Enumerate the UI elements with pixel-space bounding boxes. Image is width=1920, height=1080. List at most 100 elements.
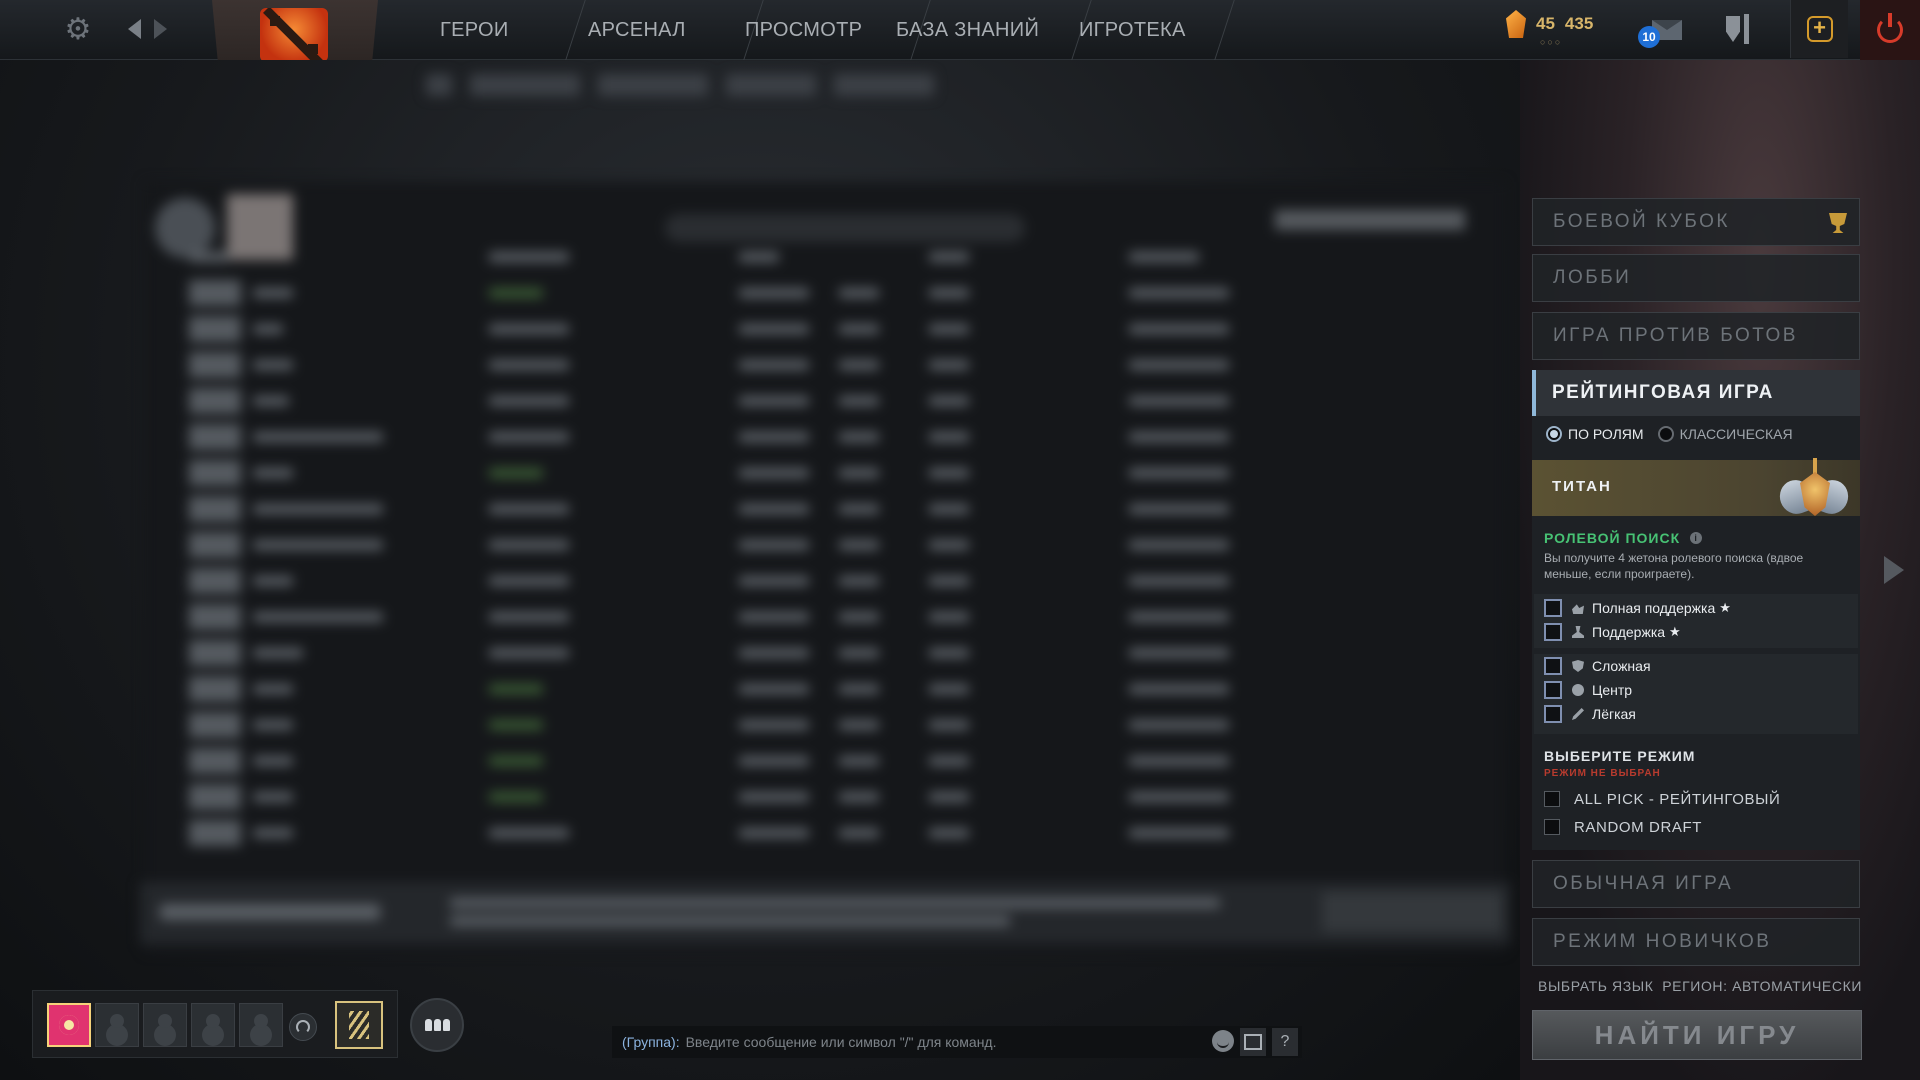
profile-breadcrumb xyxy=(426,74,996,102)
role-hard-support-checkbox[interactable] xyxy=(1544,599,1562,617)
nav-watch[interactable]: ПРОСМОТР xyxy=(745,0,895,60)
dota-plus-badge-icon[interactable] xyxy=(335,1001,383,1049)
collapse-panel-arrow-icon[interactable] xyxy=(1884,556,1904,584)
select-mode-title: ВЫБЕРИТЕ РЕЖИМ xyxy=(1544,748,1696,764)
mail-button[interactable]: 10 xyxy=(1638,14,1686,48)
support-icon xyxy=(1572,626,1584,638)
hard-support-icon xyxy=(1572,604,1584,614)
currency-dots: ○○○ xyxy=(1540,37,1563,47)
mode-random-draft-label: RANDOM DRAFT xyxy=(1574,818,1703,836)
party-slot-empty[interactable] xyxy=(239,1003,283,1047)
role-offlane-label: Сложная xyxy=(1592,658,1651,674)
rank-medal-icon xyxy=(1774,458,1854,538)
party-chat-bar: (Группа): xyxy=(612,1026,1302,1058)
party-slot-empty[interactable] xyxy=(95,1003,139,1047)
armory-icon[interactable] xyxy=(1720,12,1760,48)
chat-input[interactable] xyxy=(685,1034,1186,1050)
role-support[interactable]: Поддержка ★ xyxy=(1544,622,1681,642)
dota-plus-button[interactable]: + xyxy=(1790,0,1848,58)
gear-icon[interactable]: ⚙ xyxy=(62,12,94,46)
role-safelane-label: Лёгкая xyxy=(1592,706,1636,722)
radio-classic[interactable] xyxy=(1657,426,1674,442)
role-safelane-checkbox[interactable] xyxy=(1544,705,1562,723)
battle-cup-label: БОЕВОЙ КУБОК xyxy=(1553,211,1730,232)
rank-banner: ТИТАН xyxy=(1532,458,1860,519)
normal-game-button[interactable]: ОБЫЧНАЯ ИГРА xyxy=(1532,860,1860,908)
battle-cup-button[interactable]: БОЕВОЙ КУБОК xyxy=(1532,198,1860,246)
exit-button[interactable] xyxy=(1860,0,1920,60)
party-slot-empty[interactable] xyxy=(143,1003,187,1047)
role-mid[interactable]: Центр xyxy=(1544,680,1632,700)
trophy-icon xyxy=(1829,213,1847,233)
power-icon xyxy=(1877,13,1903,43)
mail-count-badge: 10 xyxy=(1638,26,1660,48)
top-bar: ⚙ ГЕРОИ АРСЕНАЛ ПРОСМОТР БАЗА ЗНАНИЙ ИГР… xyxy=(0,0,1920,70)
role-search-title-text: РОЛЕВОЙ ПОИСК xyxy=(1544,530,1681,546)
offlane-icon xyxy=(1572,660,1584,672)
friends-button[interactable] xyxy=(410,998,464,1052)
profile-history-panel xyxy=(0,60,1520,1080)
shards-currency[interactable]: 45 435 ○○○ xyxy=(1506,10,1594,47)
bots-button[interactable]: ИГРА ПРОТИВ БОТОВ xyxy=(1532,312,1860,360)
star-icon: ★ xyxy=(1669,624,1681,639)
safelane-icon xyxy=(1572,708,1584,720)
nav-arsenal[interactable]: АРСЕНАЛ xyxy=(588,0,728,60)
stats-upsell-banner xyxy=(140,882,1510,944)
role-offlane[interactable]: Сложная xyxy=(1544,656,1651,676)
play-options-links: ВЫБРАТЬ ЯЗЫК РЕГИОН: АВТОМАТИЧЕСКИ xyxy=(1538,978,1862,994)
radio-by-roles-label[interactable]: ПО РОЛЯМ xyxy=(1568,426,1644,442)
party-bar xyxy=(32,990,398,1058)
chat-help-button[interactable]: ? xyxy=(1272,1028,1298,1056)
mode-random-draft-checkbox[interactable] xyxy=(1544,819,1560,835)
shard-icon xyxy=(1506,10,1526,38)
radio-classic-label[interactable]: КЛАССИЧЕСКАЯ xyxy=(1680,426,1793,442)
currency-value-b: 435 xyxy=(1564,14,1594,33)
radio-by-roles[interactable] xyxy=(1546,426,1562,442)
mode-not-selected-warning: РЕЖИМ НЕ ВЫБРАН xyxy=(1544,768,1661,779)
emoji-icon[interactable] xyxy=(1212,1030,1234,1052)
role-search-description: Вы получите 4 жетона ролевого поиска (вд… xyxy=(1544,551,1804,581)
nav-heroes[interactable]: ГЕРОИ xyxy=(440,0,550,60)
lobby-label: ЛОББИ xyxy=(1553,267,1632,288)
lobby-button[interactable]: ЛОББИ xyxy=(1532,254,1860,302)
friends-icon xyxy=(424,1019,432,1031)
role-hard-support[interactable]: Полная поддержка ★ xyxy=(1544,598,1731,618)
forward-arrow-icon[interactable] xyxy=(150,14,170,44)
info-icon[interactable]: i xyxy=(1690,532,1703,544)
back-arrow-icon[interactable] xyxy=(124,14,144,44)
mode-random-draft[interactable]: RANDOM DRAFT xyxy=(1544,818,1702,836)
translate-icon[interactable] xyxy=(1240,1028,1266,1056)
nav-arcade[interactable]: ИГРОТЕКА xyxy=(1079,0,1199,60)
region-link[interactable]: РЕГИОН: АВТОМАТИЧЕСКИ xyxy=(1662,978,1862,994)
ranked-game-title: РЕЙТИНГОВАЯ ИГРА xyxy=(1552,382,1774,403)
find-game-button[interactable]: НАЙТИ ИГРУ xyxy=(1532,1010,1862,1060)
chat-channel-label[interactable]: (Группа): xyxy=(622,1034,680,1050)
player-avatar[interactable] xyxy=(47,1003,91,1047)
mode-all-pick-checkbox[interactable] xyxy=(1544,791,1560,807)
normal-game-label: ОБЫЧНАЯ ИГРА xyxy=(1553,873,1734,894)
nav-knowledge-base[interactable]: БАЗА ЗНАНИЙ xyxy=(896,0,1056,60)
newbie-mode-label: РЕЖИМ НОВИЧКОВ xyxy=(1553,931,1772,952)
mode-all-pick-ranked[interactable]: ALL PICK - РЕЙТИНГОВЫЙ xyxy=(1544,790,1780,808)
ranked-type-selector: ПО РОЛЯМ КЛАССИЧЕСКАЯ xyxy=(1546,424,1807,444)
party-slot-empty[interactable] xyxy=(191,1003,235,1047)
plus-icon: + xyxy=(1806,16,1833,42)
match-history-table xyxy=(145,182,1505,952)
role-offlane-checkbox[interactable] xyxy=(1544,657,1562,675)
mid-icon xyxy=(1572,684,1584,696)
dota2-logo xyxy=(260,8,328,62)
mode-all-pick-label: ALL PICK - РЕЙТИНГОВЫЙ xyxy=(1574,790,1781,808)
ranked-game-header[interactable]: РЕЙТИНГОВАЯ ИГРА xyxy=(1532,370,1860,416)
select-language-link[interactable]: ВЫБРАТЬ ЯЗЫК xyxy=(1538,978,1654,994)
role-support-checkbox[interactable] xyxy=(1544,623,1562,641)
rank-name: ТИТАН xyxy=(1552,478,1612,495)
role-search-title: РОЛЕВОЙ ПОИСК i xyxy=(1544,530,1703,546)
role-hard-support-label: Полная поддержка xyxy=(1592,600,1716,616)
role-mid-checkbox[interactable] xyxy=(1544,681,1562,699)
newbie-mode-button[interactable]: РЕЖИМ НОВИЧКОВ xyxy=(1532,918,1860,966)
star-icon: ★ xyxy=(1719,600,1731,615)
blurred-content xyxy=(0,60,1520,1080)
role-support-label: Поддержка xyxy=(1592,624,1666,640)
voice-chat-icon[interactable] xyxy=(289,1013,317,1041)
role-safelane[interactable]: Лёгкая xyxy=(1544,704,1636,724)
